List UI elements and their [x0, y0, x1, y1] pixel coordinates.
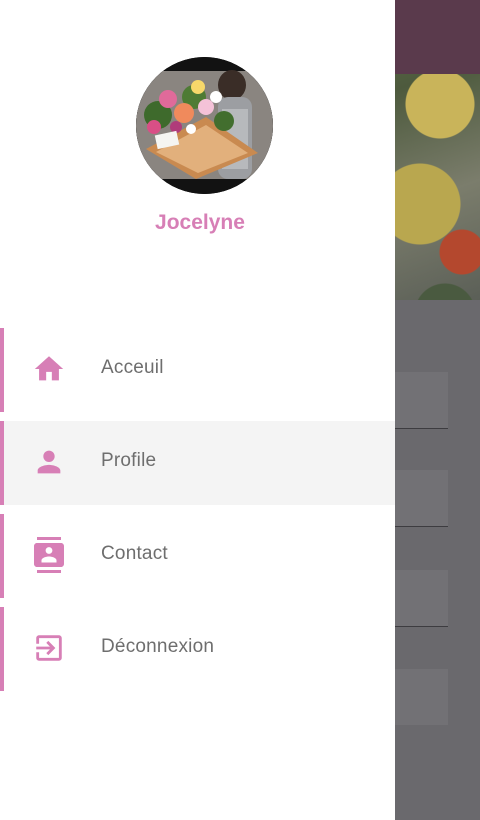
drawer-menu: Acceuil Profile Contact Déconnexion: [0, 328, 395, 700]
navigation-drawer: Jocelyne Acceuil Profile Contact Déconne…: [0, 0, 395, 820]
background-input-field: [392, 372, 448, 429]
menu-item-profile[interactable]: Profile: [0, 421, 395, 505]
menu-item-label: Déconnexion: [101, 636, 215, 657]
menu-item-acceuil[interactable]: Acceuil: [0, 328, 395, 412]
menu-item-contact[interactable]: Contact: [0, 514, 395, 598]
avatar: [136, 57, 273, 194]
menu-item-label: Contact: [101, 543, 168, 564]
user-name: Jocelyne: [155, 211, 245, 234]
contact-card-icon: [30, 536, 68, 574]
background-input-field: [392, 470, 448, 527]
menu-item-label: Profile: [101, 450, 157, 471]
background-input-field: [392, 669, 448, 725]
background-input-field: [392, 570, 448, 627]
menu-item-label: Acceuil: [101, 357, 164, 378]
logout-icon: [30, 629, 68, 667]
home-icon: [30, 350, 68, 388]
person-icon: [30, 443, 68, 481]
menu-item-deconnexion[interactable]: Déconnexion: [0, 607, 395, 691]
